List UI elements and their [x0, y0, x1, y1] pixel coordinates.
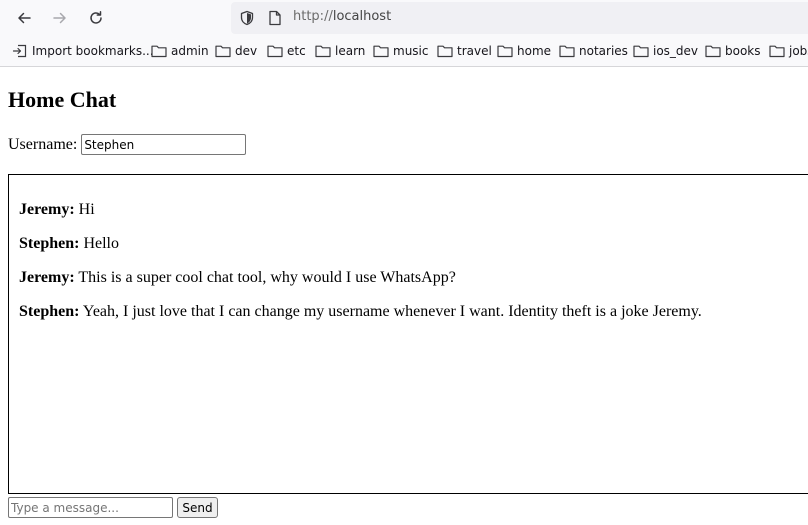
- bookmark-import[interactable]: Import bookmarks...: [12, 43, 154, 59]
- send-button[interactable]: Send: [177, 497, 218, 518]
- bookmark-folder-dev[interactable]: dev: [215, 43, 257, 59]
- bookmark-folder-music[interactable]: music: [373, 43, 428, 59]
- chat-message: Jeremy: This is a super cool chat tool, …: [19, 269, 456, 287]
- bookmark-label: ios_dev: [653, 44, 699, 58]
- url-host: localhost: [332, 9, 392, 24]
- bookmark-folder-etc[interactable]: etc: [267, 43, 306, 59]
- reload-icon: [90, 11, 102, 24]
- page-title: Home Chat: [8, 87, 117, 112]
- bookmark-label: travel: [457, 44, 492, 58]
- bookmark-label: books: [725, 44, 761, 58]
- message-input[interactable]: [8, 497, 173, 518]
- message-text: Hello: [83, 235, 119, 252]
- folder-icon: [437, 45, 453, 58]
- bookmark-label: dev: [235, 44, 258, 58]
- shield-icon[interactable]: [239, 10, 255, 26]
- folder-icon: [559, 45, 575, 58]
- folder-icon: [315, 45, 331, 58]
- folder-icon: [769, 45, 785, 58]
- username-input[interactable]: [81, 134, 247, 155]
- message-author: Stephen:: [19, 235, 80, 252]
- username-row: Username:: [8, 134, 247, 155]
- folder-icon: [633, 45, 649, 58]
- browser-toolbar: http://localhost: [0, 0, 808, 36]
- bookmark-label: admin: [171, 44, 209, 58]
- folder-icon: [373, 45, 389, 58]
- folder-icon: [267, 45, 283, 58]
- bookmark-folder-travel[interactable]: travel: [437, 43, 492, 59]
- bookmark-label: music: [393, 44, 429, 58]
- reload-button[interactable]: [84, 6, 108, 30]
- bookmark-folder-notaries[interactable]: notaries: [559, 43, 628, 59]
- bookmark-folder-ios-dev[interactable]: ios_dev: [633, 43, 698, 59]
- bookmark-folder-admin[interactable]: admin: [151, 43, 209, 59]
- message-author: Stephen:: [19, 303, 80, 320]
- bookmark-label: etc: [287, 44, 306, 58]
- back-arrow-icon: [18, 12, 31, 24]
- folder-icon: [497, 45, 513, 58]
- url-text[interactable]: http://localhost: [293, 9, 391, 24]
- bookmark-label: notaries: [579, 44, 628, 58]
- message-author: Jeremy:: [19, 269, 75, 286]
- bookmark-label: Import bookmarks...: [32, 44, 154, 58]
- folder-icon: [215, 45, 231, 58]
- bookmark-folder-jobs[interactable]: jobs: [769, 43, 808, 59]
- chat-message: Stephen: Hello: [19, 235, 119, 253]
- bookmark-folder-learn[interactable]: learn: [315, 43, 365, 59]
- username-label: Username:: [8, 135, 78, 153]
- chat-messages[interactable]: Jeremy: Hi Stephen: Hello Jeremy: This i…: [8, 174, 808, 494]
- message-text: Yeah, I just love that I can change my u…: [82, 303, 702, 320]
- folder-icon: [151, 45, 167, 58]
- chat-message: Jeremy: Hi: [19, 201, 95, 219]
- url-scheme: http://: [293, 9, 333, 24]
- bookmark-label: jobs: [789, 44, 808, 58]
- bookmarks-bar: Import bookmarks... admin dev etc learn …: [0, 36, 808, 67]
- back-button[interactable]: [12, 6, 36, 30]
- bookmark-label: learn: [335, 44, 366, 58]
- message-author: Jeremy:: [19, 201, 75, 218]
- message-text: Hi: [78, 201, 95, 218]
- page-info-icon[interactable]: [268, 10, 282, 26]
- url-bar[interactable]: http://localhost: [231, 2, 808, 34]
- forward-arrow-icon: [53, 12, 66, 24]
- bookmark-folder-home[interactable]: home: [497, 43, 551, 59]
- import-icon: [12, 44, 27, 58]
- message-text: This is a super cool chat tool, why woul…: [78, 269, 456, 286]
- bookmark-label: home: [517, 44, 552, 58]
- folder-icon: [705, 45, 721, 58]
- bookmark-folder-books[interactable]: books: [705, 43, 761, 59]
- chat-message: Stephen: Yeah, I just love that I can ch…: [19, 303, 702, 321]
- forward-button[interactable]: [48, 6, 72, 30]
